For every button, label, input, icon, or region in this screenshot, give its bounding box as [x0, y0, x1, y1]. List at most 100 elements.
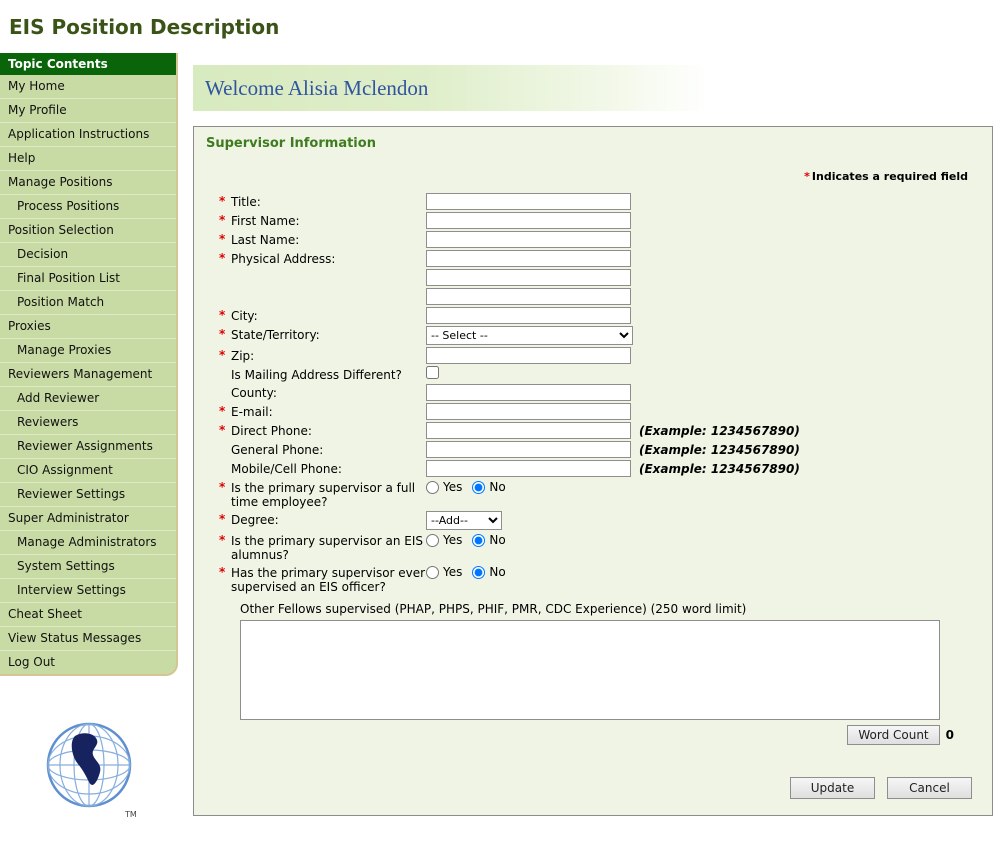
email-input[interactable]	[426, 403, 631, 420]
full-time-radio-group: Yes No	[426, 479, 514, 494]
sidebar-item-manage-positions[interactable]: Manage Positions	[0, 171, 176, 195]
supervised-eis-yes-label[interactable]: Yes	[443, 565, 462, 579]
form-row-full-time: *Is the primary supervisor a full time e…	[219, 479, 992, 509]
county-input[interactable]	[426, 384, 631, 401]
tm-mark: TM	[124, 810, 137, 819]
first-name-input[interactable]	[426, 212, 631, 229]
sidebar-item-my-home[interactable]: My Home	[0, 75, 176, 99]
page-title: EIS Position Description	[0, 0, 1002, 53]
city-input[interactable]	[426, 307, 631, 324]
sidebar-items: My HomeMy ProfileApplication Instruction…	[0, 75, 176, 674]
sidebar-header: Topic Contents	[0, 53, 176, 75]
main-content: Welcome Alisia Mclendon Supervisor Infor…	[193, 53, 999, 816]
form-actions: Update Cancel	[194, 777, 992, 799]
mobile-phone-input[interactable]	[426, 460, 631, 477]
required-field-note: *Indicates a required field	[194, 170, 992, 183]
sidebar-item-reviewers[interactable]: Reviewers	[0, 411, 176, 435]
sidebar-item-position-match[interactable]: Position Match	[0, 291, 176, 315]
cancel-button[interactable]: Cancel	[887, 777, 972, 799]
update-button[interactable]: Update	[790, 777, 875, 799]
form-row-zip: *Zip:	[219, 347, 992, 364]
logo-container: TM	[0, 716, 178, 823]
required-asterisk: *	[804, 170, 810, 183]
direct-phone-example: (Example: 1234567890)	[639, 424, 800, 438]
eis-alumnus-yes-radio[interactable]	[426, 534, 439, 547]
sidebar-item-my-profile[interactable]: My Profile	[0, 99, 176, 123]
supervisor-form: *Title: *First Name: *Last Name: *Physic…	[194, 193, 992, 799]
sidebar-item-log-out[interactable]: Log Out	[0, 651, 176, 674]
county-label: County:	[231, 386, 277, 400]
eis-alumnus-yes-label[interactable]: Yes	[443, 533, 462, 547]
sidebar-item-system-settings[interactable]: System Settings	[0, 555, 176, 579]
state-label: State/Territory:	[231, 328, 320, 342]
full-time-no-label[interactable]: No	[489, 480, 505, 494]
mailing-different-label: Is Mailing Address Different?	[231, 368, 402, 382]
sidebar-item-manage-administrators[interactable]: Manage Administrators	[0, 531, 176, 555]
general-phone-label: General Phone:	[231, 443, 323, 457]
eis-alumnus-radio-group: Yes No	[426, 532, 514, 547]
sidebar: Topic Contents My HomeMy ProfileApplicat…	[0, 53, 178, 676]
eis-alumnus-no-radio[interactable]	[472, 534, 485, 547]
sidebar-item-application-instructions[interactable]: Application Instructions	[0, 123, 176, 147]
supervised-eis-yes-radio[interactable]	[426, 566, 439, 579]
sidebar-item-cio-assignment[interactable]: CIO Assignment	[0, 459, 176, 483]
form-row-direct-phone: *Direct Phone: (Example: 1234567890)	[219, 422, 992, 439]
word-count-value: 0	[946, 728, 954, 742]
full-time-yes-radio[interactable]	[426, 481, 439, 494]
direct-phone-label: Direct Phone:	[231, 424, 312, 438]
mobile-phone-example: (Example: 1234567890)	[639, 462, 800, 476]
sidebar-item-reviewer-settings[interactable]: Reviewer Settings	[0, 483, 176, 507]
degree-select[interactable]: --Add--	[426, 511, 502, 530]
sidebar-item-super-administrator[interactable]: Super Administrator	[0, 507, 176, 531]
other-fellows-textarea[interactable]	[240, 620, 940, 720]
sidebar-item-decision[interactable]: Decision	[0, 243, 176, 267]
sidebar-item-reviewers-management[interactable]: Reviewers Management	[0, 363, 176, 387]
first-name-label: First Name:	[231, 214, 300, 228]
sidebar-item-proxies[interactable]: Proxies	[0, 315, 176, 339]
form-row-supervised-eis: *Has the primary supervisor ever supervi…	[219, 564, 992, 594]
general-phone-example: (Example: 1234567890)	[639, 443, 800, 457]
globe-logo: TM	[39, 716, 139, 820]
mobile-phone-label: Mobile/Cell Phone:	[231, 462, 342, 476]
supervised-eis-no-radio[interactable]	[472, 566, 485, 579]
word-count-row: Word Count 0	[240, 725, 954, 745]
sidebar-item-view-status-messages[interactable]: View Status Messages	[0, 627, 176, 651]
mailing-different-checkbox[interactable]	[426, 366, 439, 379]
email-label: E-mail:	[231, 405, 273, 419]
physical-address-input-2[interactable]	[426, 269, 631, 286]
sidebar-item-interview-settings[interactable]: Interview Settings	[0, 579, 176, 603]
form-row-general-phone: General Phone: (Example: 1234567890)	[219, 441, 992, 458]
direct-phone-input[interactable]	[426, 422, 631, 439]
general-phone-input[interactable]	[426, 441, 631, 458]
other-fellows-label: Other Fellows supervised (PHAP, PHPS, PH…	[240, 602, 992, 616]
form-row-state: *State/Territory: -- Select --	[219, 326, 992, 345]
panel-title: Supervisor Information	[194, 127, 992, 156]
form-row-eis-alumnus: *Is the primary supervisor an EIS alumnu…	[219, 532, 992, 562]
state-select[interactable]: -- Select --	[426, 326, 633, 345]
left-column: Topic Contents My HomeMy ProfileApplicat…	[0, 53, 180, 823]
zip-label: Zip:	[231, 349, 254, 363]
sidebar-item-reviewer-assignments[interactable]: Reviewer Assignments	[0, 435, 176, 459]
physical-address-input-1[interactable]	[426, 250, 631, 267]
eis-alumnus-no-label[interactable]: No	[489, 533, 505, 547]
sidebar-item-help[interactable]: Help	[0, 147, 176, 171]
form-row-email: *E-mail:	[219, 403, 992, 420]
sidebar-item-add-reviewer[interactable]: Add Reviewer	[0, 387, 176, 411]
eis-alumnus-label: Is the primary supervisor an EIS alumnus…	[231, 534, 423, 562]
sidebar-item-process-positions[interactable]: Process Positions	[0, 195, 176, 219]
last-name-input[interactable]	[426, 231, 631, 248]
form-row-mobile-phone: Mobile/Cell Phone: (Example: 1234567890)	[219, 460, 992, 477]
title-input[interactable]	[426, 193, 631, 210]
form-row-mailing-different: Is Mailing Address Different?	[219, 366, 992, 382]
full-time-no-radio[interactable]	[472, 481, 485, 494]
word-count-button[interactable]: Word Count	[847, 725, 939, 745]
supervised-eis-no-label[interactable]: No	[489, 565, 505, 579]
sidebar-item-final-position-list[interactable]: Final Position List	[0, 267, 176, 291]
zip-input[interactable]	[426, 347, 631, 364]
sidebar-item-cheat-sheet[interactable]: Cheat Sheet	[0, 603, 176, 627]
sidebar-item-manage-proxies[interactable]: Manage Proxies	[0, 339, 176, 363]
physical-address-input-3[interactable]	[426, 288, 631, 305]
welcome-message: Welcome Alisia Mclendon	[193, 76, 428, 101]
sidebar-item-position-selection[interactable]: Position Selection	[0, 219, 176, 243]
full-time-yes-label[interactable]: Yes	[443, 480, 462, 494]
